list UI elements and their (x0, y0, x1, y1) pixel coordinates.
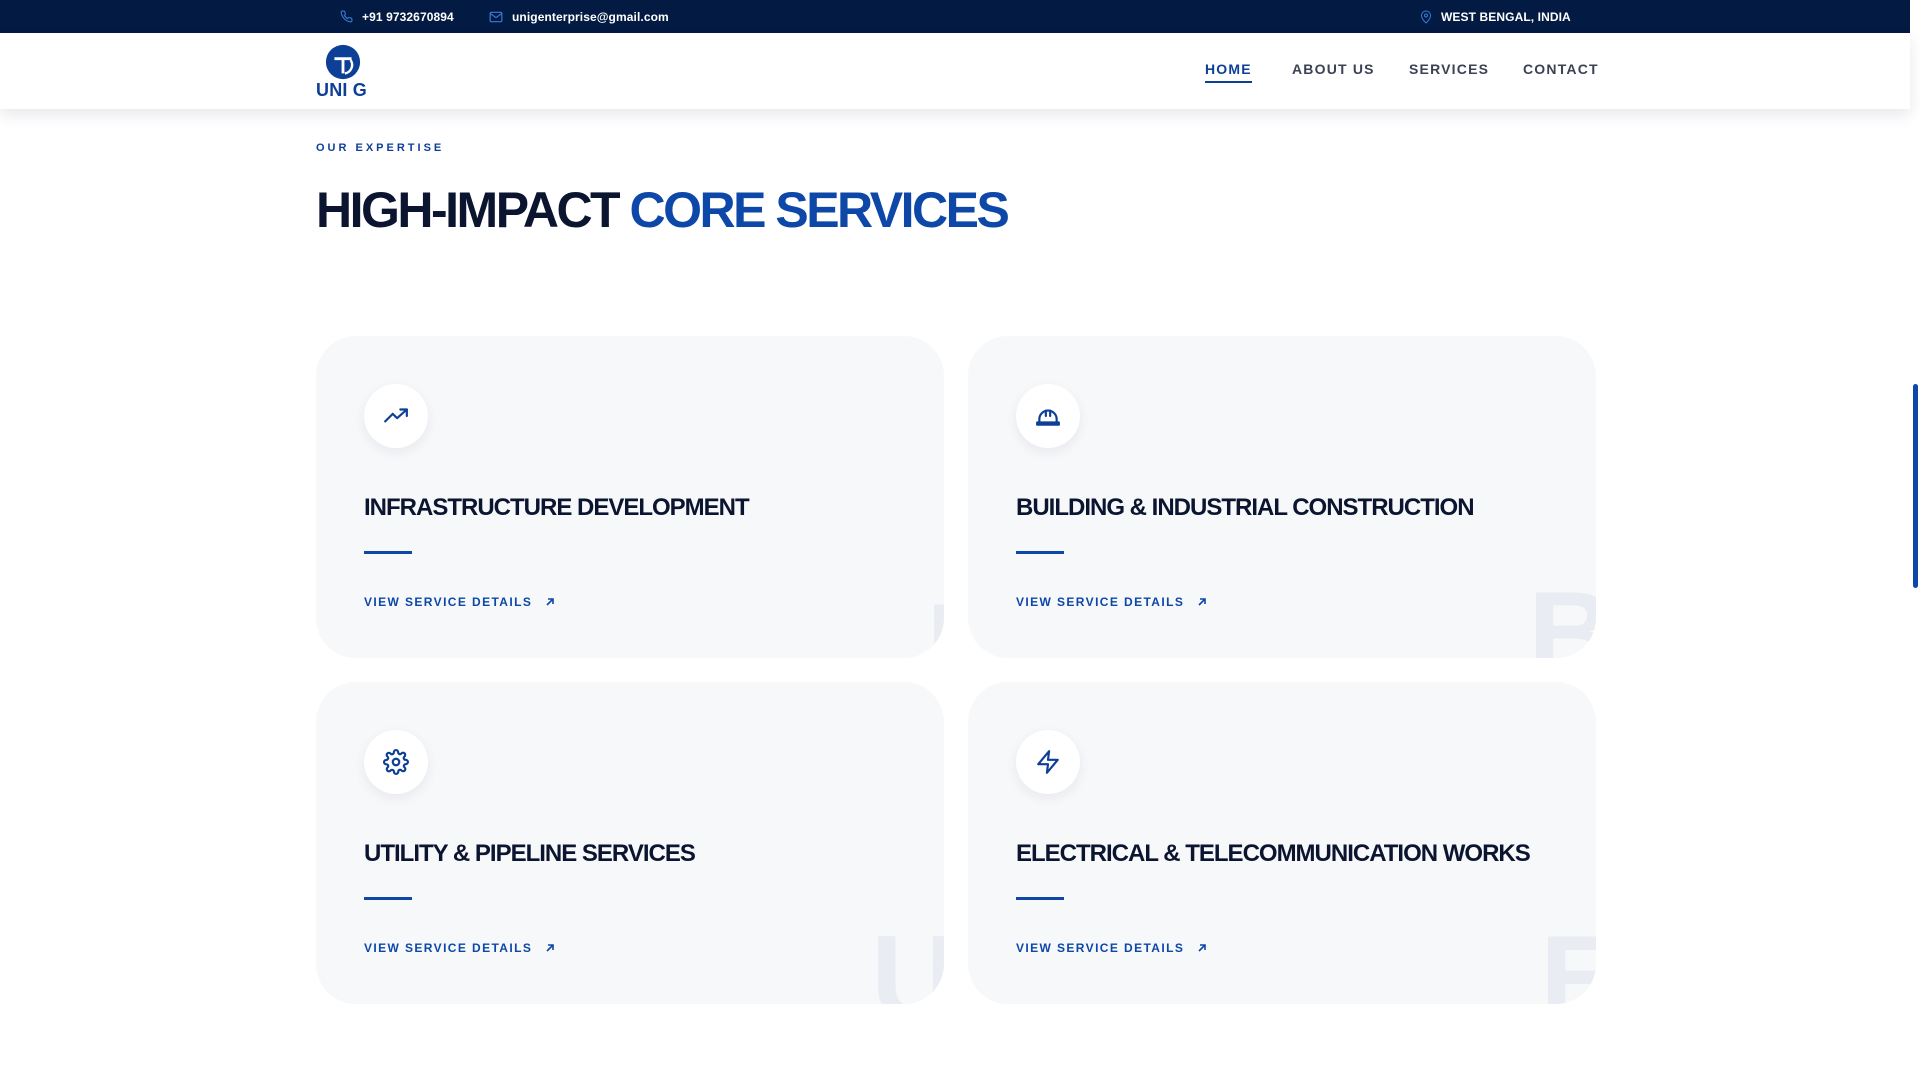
topbar-phone[interactable]: +91 9732670894 (340, 0, 454, 33)
service-card-infrastructure[interactable]: I INFRASTRUCTURE DEVELOPMENT VIEW SERVIC… (316, 336, 944, 658)
service-icon-wrap (364, 384, 428, 448)
nav-home[interactable]: HOME (1205, 61, 1252, 83)
ghost-letter-decoration: E (1540, 911, 1596, 1004)
arrow-up-right-icon (1198, 944, 1207, 952)
link-label: VIEW SERVICE DETAILS (364, 595, 533, 609)
service-icon-wrap (1016, 384, 1080, 448)
topbar-phone-text: +91 9732670894 (362, 9, 454, 24)
map-pin-icon (1420, 10, 1432, 24)
page-scrollbar[interactable] (1910, 0, 1920, 1080)
title-underline (364, 897, 412, 900)
title-underline (364, 551, 412, 554)
ghost-letter-decoration: B (1528, 567, 1596, 658)
uni-g-logo-mark (325, 44, 361, 80)
brand-name: UNI G (316, 80, 368, 100)
service-title: UTILITY & PIPELINE SERVICES (364, 840, 696, 867)
site-header: UNI G HOME ABOUT US SERVICES CONTACT (0, 33, 1910, 109)
title-underline (1016, 551, 1064, 554)
lightning-bolt-icon (1037, 750, 1059, 774)
brand-logo[interactable]: UNI G (316, 43, 376, 103)
service-title: ELECTRICAL & TELECOMMUNICATION WORKS (1016, 840, 1531, 867)
view-service-details-link[interactable]: VIEW SERVICE DETAILS (364, 595, 555, 609)
service-title: INFRASTRUCTURE DEVELOPMENT (364, 494, 750, 521)
hard-hat-icon (1036, 409, 1060, 426)
trending-up-icon (384, 408, 408, 423)
view-service-details-link[interactable]: VIEW SERVICE DETAILS (1016, 941, 1207, 955)
scrollbar-thumb[interactable] (1913, 384, 1918, 588)
service-title: BUILDING & INDUSTRIAL CONSTRUCTION (1016, 494, 1475, 521)
mail-icon (489, 11, 503, 22)
section-headline: HIGH-IMPACT CORE SERVICES (316, 180, 1010, 240)
ghost-letter-decoration: I (926, 579, 944, 658)
service-card-building[interactable]: B BUILDING & INDUSTRIAL CONSTRUCTION VIE… (968, 336, 1596, 658)
title-underline (1016, 897, 1064, 900)
gear-icon (383, 749, 409, 775)
headline-part-dark: HIGH-IMPACT (316, 182, 621, 238)
view-service-details-link[interactable]: VIEW SERVICE DETAILS (364, 941, 555, 955)
nav-services[interactable]: SERVICES (1409, 61, 1489, 77)
link-label: VIEW SERVICE DETAILS (364, 941, 533, 955)
service-icon-wrap (1016, 730, 1080, 794)
service-card-utility[interactable]: U UTILITY & PIPELINE SERVICES VIEW SERVI… (316, 682, 944, 1004)
topbar-location: WEST BENGAL, INDIA (1420, 0, 1571, 33)
service-icon-wrap (364, 730, 428, 794)
ghost-letter-decoration: U (871, 911, 944, 1004)
nav-about-us[interactable]: ABOUT US (1292, 61, 1375, 77)
arrow-up-right-icon (546, 598, 555, 606)
topbar-location-text: WEST BENGAL, INDIA (1441, 9, 1571, 24)
topbar-email[interactable]: unigenterprise@gmail.com (489, 0, 669, 33)
link-label: VIEW SERVICE DETAILS (1016, 595, 1185, 609)
link-label: VIEW SERVICE DETAILS (1016, 941, 1185, 955)
view-service-details-link[interactable]: VIEW SERVICE DETAILS (1016, 595, 1207, 609)
topbar-email-text: unigenterprise@gmail.com (512, 9, 669, 24)
top-info-bar: +91 9732670894 unigenterprise@gmail.com … (0, 0, 1920, 33)
service-card-electrical[interactable]: E ELECTRICAL & TELECOMMUNICATION WORKS V… (968, 682, 1596, 1004)
arrow-up-right-icon (1198, 598, 1207, 606)
headline-part-accent: CORE SERVICES (629, 182, 1010, 238)
section-eyebrow: OUR EXPERTISE (316, 142, 445, 154)
phone-icon (340, 10, 353, 23)
arrow-up-right-icon (546, 944, 555, 952)
nav-contact[interactable]: CONTACT (1523, 61, 1599, 77)
